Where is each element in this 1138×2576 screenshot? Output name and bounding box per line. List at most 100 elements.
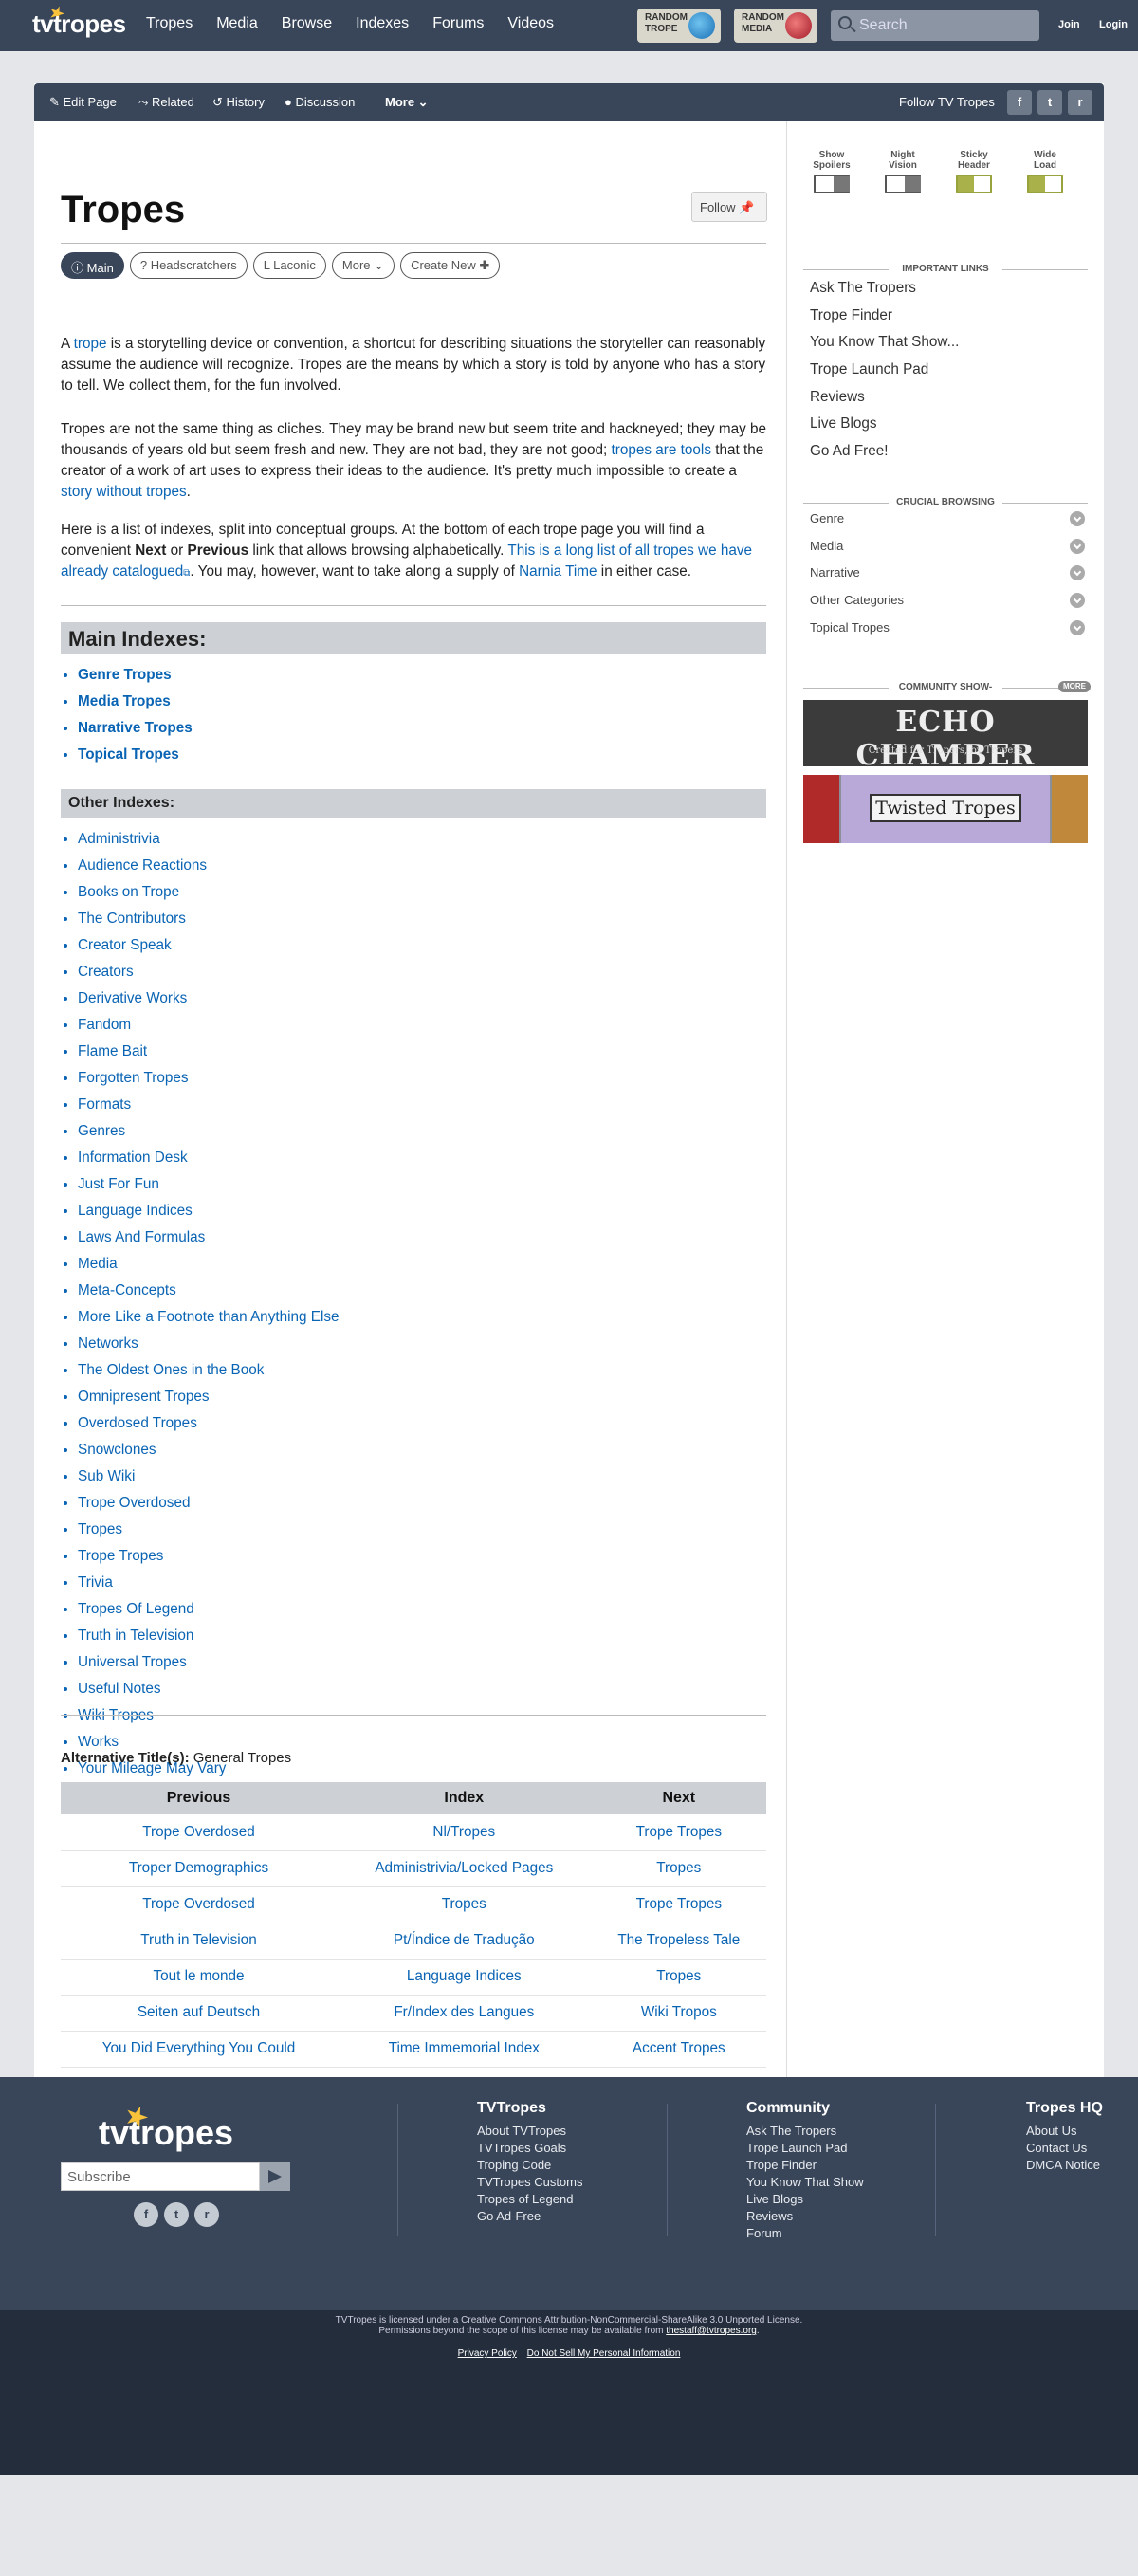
index-link-information-desk[interactable]: Information Desk — [78, 1150, 188, 1166]
index-link-omnipresent-tropes[interactable]: Omnipresent Tropes — [78, 1389, 210, 1405]
facebook-icon[interactable]: f — [1007, 90, 1032, 115]
toggle-night-vision[interactable]: Night Vision — [874, 150, 931, 193]
login-link[interactable]: Login — [1099, 19, 1128, 30]
crucial-item-other-categories[interactable]: Other Categories — [810, 593, 1085, 620]
tab-laconic[interactable]: L Laconic — [252, 252, 326, 279]
nav-table-link[interactable]: Wiki Tropos — [641, 2004, 717, 2020]
random-media-button[interactable]: RANDOM MEDIA — [734, 9, 817, 43]
footer-logo[interactable]: tvtropes — [99, 2113, 233, 2153]
nav-table-link[interactable]: Tropes — [656, 1968, 701, 1984]
index-link-media-tropes[interactable]: Media Tropes — [78, 693, 171, 709]
index-link-snowclones[interactable]: Snowclones — [78, 1442, 156, 1458]
index-link-tropes-of-legend[interactable]: Tropes Of Legend — [78, 1601, 194, 1617]
footer-link-about-us[interactable]: About Us — [1026, 2123, 1103, 2140]
nav-videos[interactable]: Videos — [507, 15, 554, 32]
tropes-are-tools-link[interactable]: tropes are tools — [612, 442, 711, 458]
nav-tropes[interactable]: Tropes — [146, 15, 193, 32]
do-not-sell-link[interactable]: Do Not Sell My Personal Information — [527, 2348, 681, 2359]
footer-link-tvtropes-customs[interactable]: TVTropes Customs — [477, 2174, 583, 2191]
nav-table-link[interactable]: Seiten auf Deutsch — [138, 2004, 260, 2020]
index-link-derivative-works[interactable]: Derivative Works — [78, 990, 187, 1006]
facebook-icon[interactable]: f — [134, 2202, 158, 2227]
crucial-item-genre[interactable]: Genre — [810, 511, 1085, 539]
nav-table-link[interactable]: Trope Tropes — [636, 1824, 722, 1840]
index-link-topical-tropes[interactable]: Topical Tropes — [78, 746, 179, 763]
reddit-icon[interactable]: r — [1068, 90, 1092, 115]
index-link-works[interactable]: Works — [78, 1734, 119, 1750]
index-link-the-oldest-ones-in-the-book[interactable]: The Oldest Ones in the Book — [78, 1362, 264, 1378]
toggle-show-spoilers[interactable]: Show Spoilers — [803, 150, 860, 193]
index-link-fandom[interactable]: Fandom — [78, 1017, 131, 1033]
index-link-laws-and-formulas[interactable]: Laws And Formulas — [78, 1229, 205, 1245]
nav-table-link[interactable]: Time Immemorial Index — [389, 2040, 540, 2056]
edit-page-button[interactable]: ✎ Edit Page — [49, 95, 117, 110]
narnia-time-link[interactable]: Narnia Time — [519, 563, 597, 580]
nav-table-link[interactable]: Tropes — [442, 1896, 486, 1912]
crucial-item-narrative[interactable]: Narrative — [810, 565, 1085, 593]
nav-forums[interactable]: Forums — [432, 15, 484, 32]
staff-email-link[interactable]: thestaff@tvtropes.org — [666, 2326, 757, 2336]
footer-link-tropes-of-legend[interactable]: Tropes of Legend — [477, 2191, 583, 2208]
nav-table-link[interactable]: You Did Everything You Could — [102, 2040, 296, 2056]
index-link-trope-overdosed[interactable]: Trope Overdosed — [78, 1495, 190, 1511]
index-link-trope-tropes[interactable]: Trope Tropes — [78, 1548, 163, 1564]
index-link-administrivia[interactable]: Administrivia — [78, 831, 160, 847]
nav-media[interactable]: Media — [216, 15, 258, 32]
index-link-media[interactable]: Media — [78, 1256, 118, 1272]
tab-more[interactable]: More ⌄ — [331, 252, 395, 279]
toggle-sticky-header[interactable]: Sticky Header — [945, 150, 1002, 193]
crucial-item-topical-tropes[interactable]: Topical Tropes — [810, 619, 1085, 648]
privacy-policy-link[interactable]: Privacy Policy — [458, 2348, 517, 2359]
trope-link[interactable]: trope — [74, 336, 107, 352]
footer-link-go-ad-free[interactable]: Go Ad-Free — [477, 2208, 583, 2225]
search-icon[interactable] — [838, 16, 852, 29]
nav-indexes[interactable]: Indexes — [356, 15, 409, 32]
nav-table-link[interactable]: Trope Overdosed — [142, 1824, 254, 1840]
nav-table-link[interactable]: The Tropeless Tale — [617, 1932, 740, 1948]
index-link-the-contributors[interactable]: The Contributors — [78, 911, 186, 927]
footer-link-live-blogs[interactable]: Live Blogs — [746, 2191, 864, 2208]
more-actions-button[interactable]: More ⌄ — [385, 95, 429, 110]
nav-table-link[interactable]: Trope Tropes — [636, 1896, 722, 1912]
important-link-you-know-that-show[interactable]: You Know That Show... — [810, 334, 959, 361]
index-link-overdosed-tropes[interactable]: Overdosed Tropes — [78, 1415, 197, 1431]
index-link-truth-in-television[interactable]: Truth in Television — [78, 1628, 193, 1644]
index-link-meta-concepts[interactable]: Meta-Concepts — [78, 1282, 176, 1298]
index-link-books-on-trope[interactable]: Books on Trope — [78, 884, 179, 900]
showcase-more-button[interactable]: MORE — [1058, 681, 1091, 692]
nav-table-link[interactable]: Trope Overdosed — [142, 1896, 254, 1912]
nav-browse[interactable]: Browse — [282, 15, 332, 32]
index-link-creators[interactable]: Creators — [78, 964, 134, 980]
footer-link-troping-code[interactable]: Troping Code — [477, 2157, 583, 2174]
echo-chamber-banner[interactable]: ECHO CHAMBER Created for Tropers, by Tro… — [803, 700, 1088, 766]
nav-table-link[interactable]: Tout le monde — [153, 1968, 244, 1984]
important-link-reviews[interactable]: Reviews — [810, 389, 959, 416]
nav-table-link[interactable]: Accent Tropes — [633, 2040, 725, 2056]
nav-table-link[interactable]: Fr/Index des Langues — [394, 2004, 534, 2020]
reddit-icon[interactable]: r — [194, 2202, 219, 2227]
discussion-button[interactable]: ● Discussion — [284, 95, 355, 109]
index-link-audience-reactions[interactable]: Audience Reactions — [78, 857, 207, 874]
index-link-narrative-tropes[interactable]: Narrative Tropes — [78, 720, 193, 736]
join-link[interactable]: Join — [1058, 19, 1080, 30]
random-trope-button[interactable]: RANDOM TROPE — [637, 9, 721, 43]
index-link-trivia[interactable]: Trivia — [78, 1574, 113, 1591]
index-link-tropes[interactable]: Tropes — [78, 1521, 122, 1537]
index-link-forgotten-tropes[interactable]: Forgotten Tropes — [78, 1070, 189, 1086]
index-link-sub-wiki[interactable]: Sub Wiki — [78, 1468, 135, 1484]
nav-table-link[interactable]: Language Indices — [407, 1968, 522, 1984]
index-link-genre-tropes[interactable]: Genre Tropes — [78, 667, 172, 683]
twitter-icon[interactable]: t — [164, 2202, 189, 2227]
index-link-networks[interactable]: Networks — [78, 1335, 138, 1352]
site-logo[interactable]: tvtropes — [32, 9, 126, 39]
index-link-useful-notes[interactable]: Useful Notes — [78, 1681, 161, 1697]
footer-link-trope-launch-pad[interactable]: Trope Launch Pad — [746, 2140, 864, 2157]
tab-main[interactable]: ⓘ Main — [61, 252, 124, 279]
follow-page-button[interactable]: Follow 📌 — [691, 192, 767, 222]
footer-link-dmca-notice[interactable]: DMCA Notice — [1026, 2157, 1103, 2174]
nav-table-link[interactable]: Administrivia/Locked Pages — [375, 1860, 553, 1876]
important-link-trope-launch-pad[interactable]: Trope Launch Pad — [810, 361, 959, 389]
footer-link-reviews[interactable]: Reviews — [746, 2208, 864, 2225]
important-link-go-ad-free[interactable]: Go Ad Free! — [810, 443, 959, 470]
important-link-ask-the-tropers[interactable]: Ask The Tropers — [810, 280, 959, 307]
